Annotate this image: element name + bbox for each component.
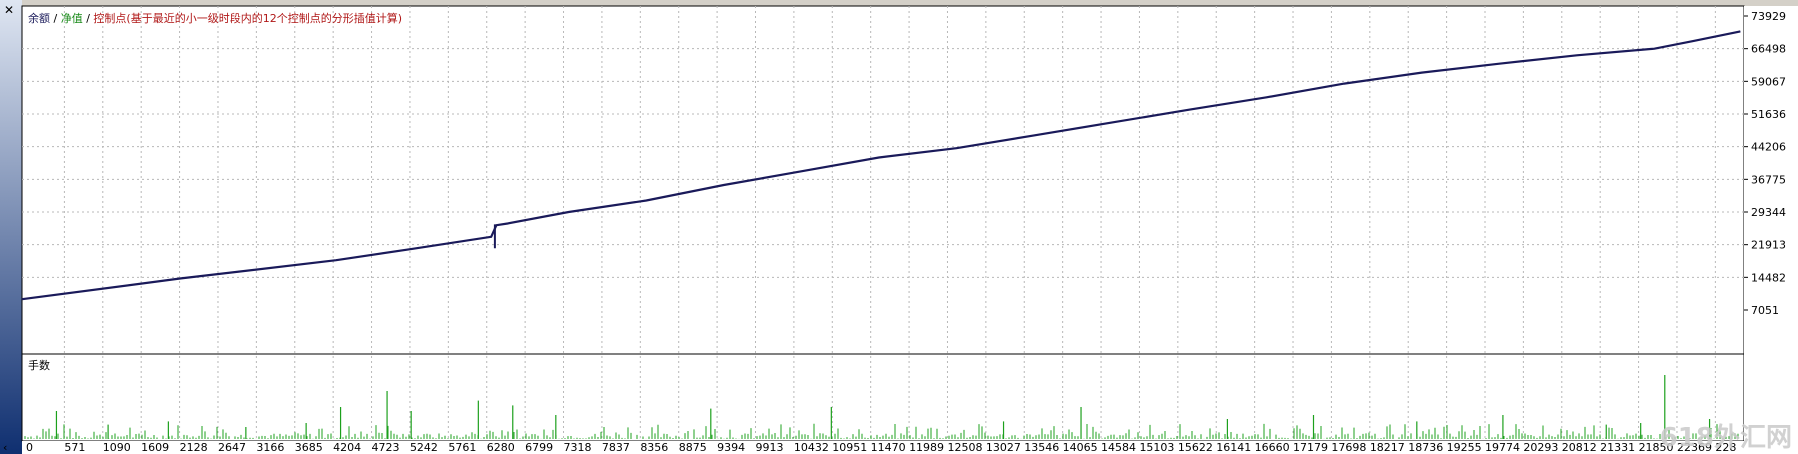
watermark-logo: 618外汇网 xyxy=(1660,423,1792,453)
y-tick-label: 21913 xyxy=(1751,239,1786,252)
lots-plot-area xyxy=(21,353,1745,442)
y-tick-label: 59067 xyxy=(1751,75,1786,88)
legend-separator-1: / xyxy=(54,12,61,25)
x-tick-label: 13546 xyxy=(1024,441,1059,454)
x-tick-label: 4204 xyxy=(333,441,361,454)
x-tick-label: 10951 xyxy=(832,441,867,454)
x-tick-label: 13027 xyxy=(986,441,1021,454)
y-tick-label: 51636 xyxy=(1751,108,1786,121)
x-tick-label: 11470 xyxy=(871,441,906,454)
x-tick-label: 9913 xyxy=(755,441,783,454)
y-tick-label: 7051 xyxy=(1751,304,1779,317)
x-tick-label: 571 xyxy=(64,441,85,454)
x-tick-label: 20293 xyxy=(1523,441,1558,454)
graph-canvas: 73929 66498 59067 51636 44206 36775 29344 21913… xyxy=(0,0,1798,454)
legend-separator-2: / xyxy=(86,12,93,25)
collapse-icon[interactable]: ‹ xyxy=(3,441,7,454)
x-tick-label: 14584 xyxy=(1101,441,1136,454)
chart-legend: 余额 / 净值 / 控制点(基于最近的小一级时段内的12个控制点的分形插值计算) xyxy=(28,11,402,25)
legend-balance: 余额 xyxy=(28,11,50,25)
y-tick-label: 73929 xyxy=(1751,10,1786,23)
x-tick-label: 7837 xyxy=(602,441,630,454)
y-tick-label: 14482 xyxy=(1751,271,1786,284)
x-tick-label: 7318 xyxy=(564,441,592,454)
x-tick-label: 17179 xyxy=(1293,441,1328,454)
x-tick-label: 3685 xyxy=(295,441,323,454)
x-tick-label: 6280 xyxy=(487,441,515,454)
y-tick-label: 29344 xyxy=(1751,206,1786,219)
x-tick-label: 6799 xyxy=(525,441,553,454)
price-scale xyxy=(1744,6,1798,441)
x-tick-label: 3166 xyxy=(256,441,284,454)
legend-control-points: 控制点(基于最近的小一级时段内的12个控制点的分形插值计算) xyxy=(93,11,402,25)
y-tick-label: 44206 xyxy=(1751,141,1786,154)
x-tick-label: 8875 xyxy=(679,441,707,454)
close-icon[interactable]: ✕ xyxy=(4,3,14,17)
legend-equity: 净值 xyxy=(61,11,83,25)
x-tick-label: 17698 xyxy=(1331,441,1366,454)
x-tick-label: 9394 xyxy=(717,441,745,454)
x-tick-label: 19774 xyxy=(1485,441,1520,454)
x-tick-label: 10432 xyxy=(794,441,829,454)
x-tick-label: 0 xyxy=(26,441,33,454)
x-tick-label: 21331 xyxy=(1600,441,1635,454)
x-tick-label: 4723 xyxy=(372,441,400,454)
strategy-tester-graph: 73929 66498 59067 51636 44206 36775 29344 21913… xyxy=(0,0,1798,454)
x-tick-label: 11989 xyxy=(909,441,944,454)
y-tick-label: 36775 xyxy=(1751,173,1786,186)
x-tick-label: 1609 xyxy=(141,441,169,454)
x-tick-label: 2128 xyxy=(180,441,208,454)
x-tick-label: 16660 xyxy=(1255,441,1290,454)
y-tick-label: 66498 xyxy=(1751,43,1786,56)
x-tick-label: 5761 xyxy=(448,441,476,454)
x-tick-label: 19255 xyxy=(1447,441,1482,454)
x-tick-label: 8356 xyxy=(640,441,668,454)
x-tick-label: 18217 xyxy=(1370,441,1405,454)
x-tick-label: 18736 xyxy=(1408,441,1443,454)
x-tick-label: 5242 xyxy=(410,441,438,454)
main-plot-area xyxy=(21,5,1745,355)
lots-panel-label: 手数 xyxy=(28,358,50,372)
x-tick-label: 20812 xyxy=(1562,441,1597,454)
side-gradient-bar xyxy=(0,0,22,454)
x-tick-label: 16141 xyxy=(1216,441,1251,454)
x-tick-label: 14065 xyxy=(1063,441,1098,454)
x-tick-label: 12508 xyxy=(947,441,982,454)
x-tick-label: 15103 xyxy=(1139,441,1174,454)
x-tick-label: 2647 xyxy=(218,441,246,454)
x-tick-label: 15622 xyxy=(1178,441,1213,454)
x-tick-label: 1090 xyxy=(103,441,131,454)
